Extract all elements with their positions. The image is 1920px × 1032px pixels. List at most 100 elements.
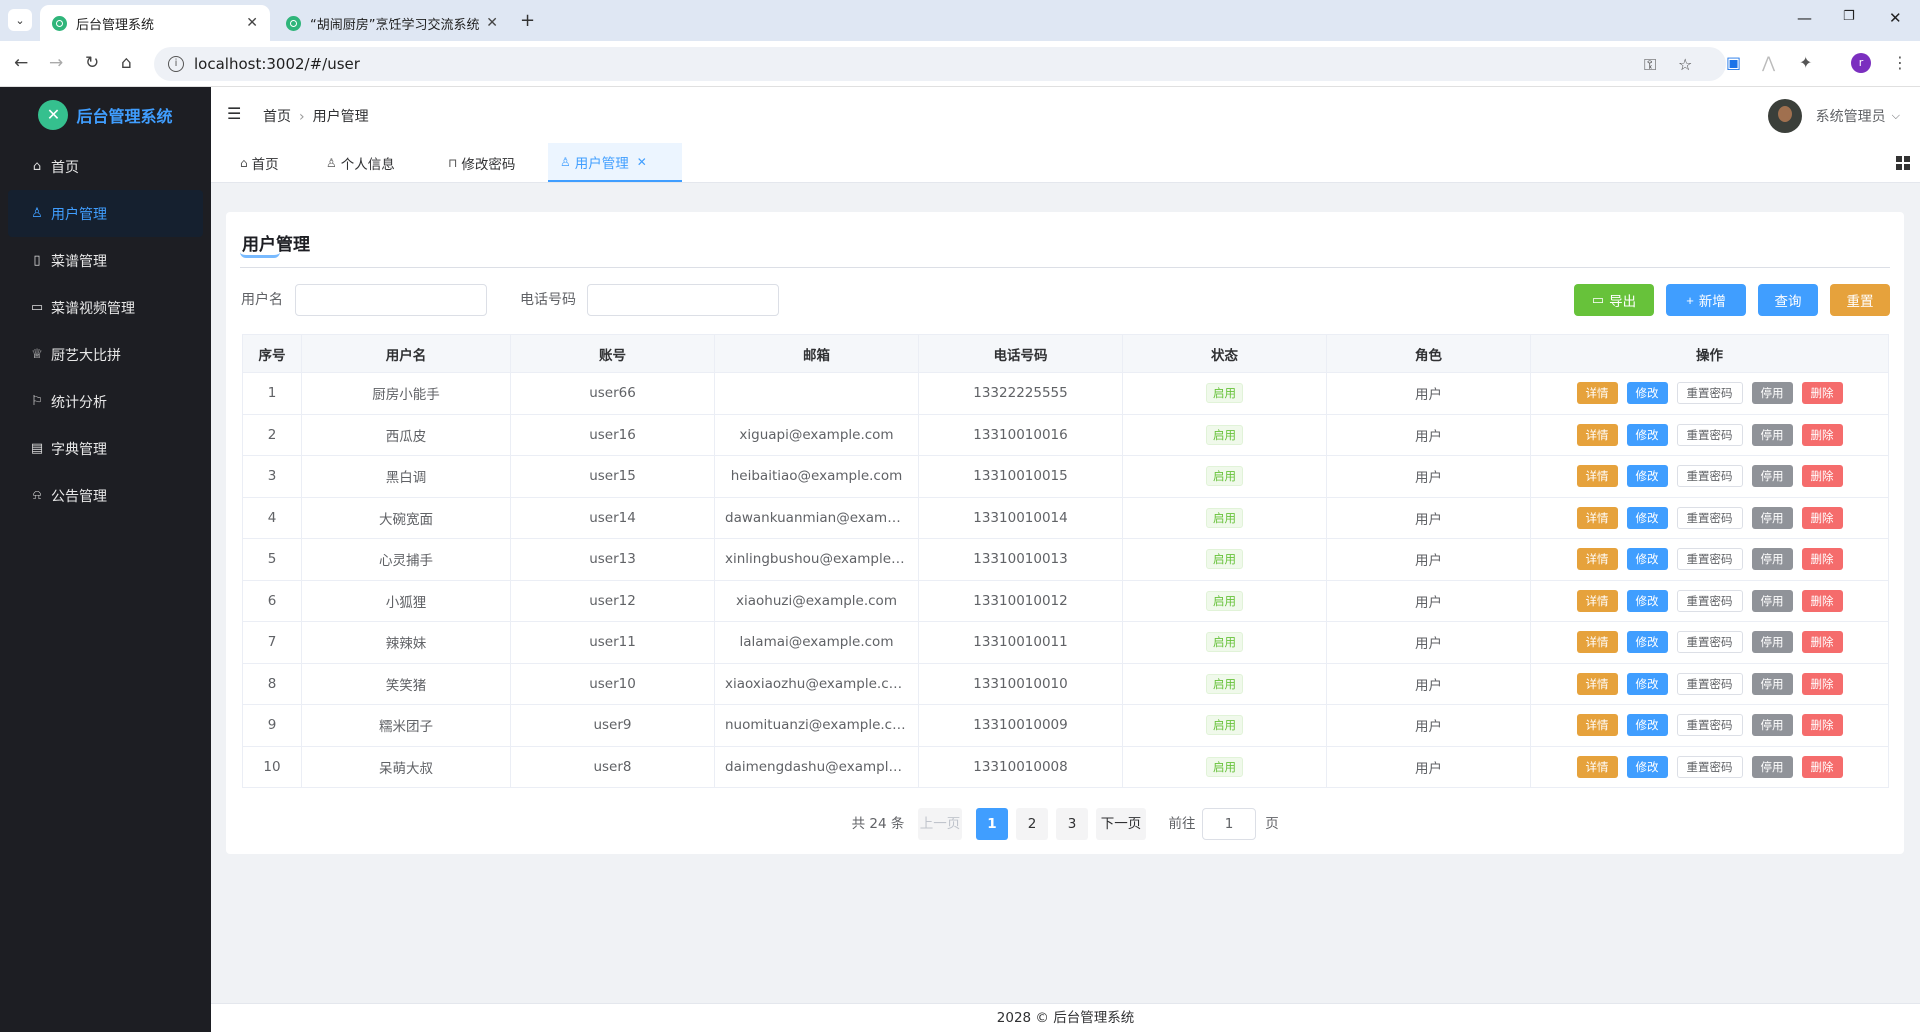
forward-icon[interactable]: →: [49, 53, 63, 73]
tab-search-menu[interactable]: ⌄: [8, 9, 32, 31]
tag-change-password[interactable]: ⊓ 修改密码: [436, 143, 527, 182]
query-button[interactable]: 查询: [1758, 284, 1818, 316]
reset-password-button[interactable]: 重置密码: [1676, 672, 1743, 695]
sidebar-item-contest[interactable]: ♕ 厨艺大比拼: [8, 331, 203, 378]
restore-icon[interactable]: ❐: [1843, 9, 1855, 24]
delete-button[interactable]: 删除: [1801, 465, 1843, 488]
sidebar-item-dictionary[interactable]: ▤ 字典管理: [8, 425, 203, 472]
detail-button[interactable]: 详情: [1576, 755, 1618, 778]
home-icon[interactable]: ⌂: [121, 53, 132, 73]
reset-password-button[interactable]: 重置密码: [1676, 465, 1743, 488]
edit-button[interactable]: 修改: [1626, 714, 1668, 737]
browser-tab[interactable]: “胡闹厨房”烹饪学习交流系统 ✕: [274, 5, 510, 41]
add-button[interactable]: + 新增: [1666, 284, 1746, 316]
detail-button[interactable]: 详情: [1576, 589, 1618, 612]
disable-button[interactable]: 停用: [1751, 672, 1793, 695]
close-tab-icon[interactable]: ✕: [246, 15, 258, 31]
tag-profile[interactable]: ♙ 个人信息: [314, 143, 407, 182]
grid-icon[interactable]: [1896, 156, 1910, 170]
breadcrumb-item[interactable]: 首页: [263, 109, 291, 125]
reload-icon[interactable]: ↻: [85, 53, 99, 73]
next-page-button[interactable]: 下一页: [1096, 808, 1146, 840]
reset-password-button[interactable]: 重置密码: [1676, 506, 1743, 529]
key-icon[interactable]: ⚿: [1644, 55, 1656, 75]
reset-password-button[interactable]: 重置密码: [1676, 631, 1743, 654]
user-dropdown[interactable]: 系统管理员 ⌵: [1767, 99, 1900, 133]
close-tab-icon[interactable]: ✕: [486, 15, 498, 31]
delete-button[interactable]: 删除: [1801, 423, 1843, 446]
detail-button[interactable]: 详情: [1576, 672, 1618, 695]
delete-button[interactable]: 删除: [1801, 672, 1843, 695]
url-field[interactable]: i localhost:3002/#/user ⚿ ☆: [154, 47, 1726, 81]
reset-password-button[interactable]: 重置密码: [1676, 755, 1743, 778]
extensions-puzzle-icon[interactable]: ✦: [1799, 53, 1812, 72]
detail-button[interactable]: 详情: [1576, 506, 1618, 529]
disable-button[interactable]: 停用: [1751, 548, 1793, 571]
close-tag-icon[interactable]: ✕: [637, 155, 647, 169]
browser-tab-active[interactable]: 后台管理系统 ✕: [40, 5, 270, 41]
edit-button[interactable]: 修改: [1626, 423, 1668, 446]
sidebar-item-notices[interactable]: ⍾ 公告管理: [8, 472, 203, 519]
delete-button[interactable]: 删除: [1801, 382, 1843, 405]
minimize-icon[interactable]: —: [1797, 9, 1812, 27]
edit-button[interactable]: 修改: [1626, 589, 1668, 612]
reset-password-button[interactable]: 重置密码: [1676, 714, 1743, 737]
detail-button[interactable]: 详情: [1576, 382, 1618, 405]
edit-button[interactable]: 修改: [1626, 382, 1668, 405]
reset-password-button[interactable]: 重置密码: [1676, 382, 1743, 405]
sidebar-item-users[interactable]: ♙ 用户管理: [8, 190, 203, 237]
disable-button[interactable]: 停用: [1751, 714, 1793, 737]
delete-button[interactable]: 删除: [1801, 714, 1843, 737]
disable-button[interactable]: 停用: [1751, 382, 1793, 405]
username-input[interactable]: [295, 284, 487, 316]
browser-menu-icon[interactable]: ⋮: [1892, 53, 1908, 72]
site-info-icon[interactable]: i: [168, 56, 184, 72]
tag-home[interactable]: ⌂ 首页: [228, 143, 291, 182]
disable-button[interactable]: 停用: [1751, 465, 1793, 488]
disable-button[interactable]: 停用: [1751, 589, 1793, 612]
extension-icon[interactable]: ▣: [1726, 53, 1741, 72]
delete-button[interactable]: 删除: [1801, 755, 1843, 778]
sidebar-item-recipe-videos[interactable]: ▭ 菜谱视频管理: [8, 284, 203, 331]
window-close-icon[interactable]: ✕: [1889, 9, 1902, 27]
edit-button[interactable]: 修改: [1626, 755, 1668, 778]
disable-button[interactable]: 停用: [1751, 755, 1793, 778]
page-button[interactable]: 2: [1016, 808, 1048, 840]
detail-button[interactable]: 详情: [1576, 423, 1618, 446]
edit-button[interactable]: 修改: [1626, 631, 1668, 654]
reset-password-button[interactable]: 重置密码: [1676, 548, 1743, 571]
back-icon[interactable]: ←: [14, 53, 28, 73]
delete-button[interactable]: 删除: [1801, 506, 1843, 529]
prev-page-button[interactable]: 上一页: [918, 808, 962, 840]
disable-button[interactable]: 停用: [1751, 506, 1793, 529]
disable-button[interactable]: 停用: [1751, 423, 1793, 446]
detail-button[interactable]: 详情: [1576, 465, 1618, 488]
tag-user-management[interactable]: ♙ 用户管理 ✕: [548, 143, 682, 182]
page-button[interactable]: 3: [1056, 808, 1088, 840]
reset-password-button[interactable]: 重置密码: [1676, 423, 1743, 446]
edit-button[interactable]: 修改: [1626, 506, 1668, 529]
delete-button[interactable]: 删除: [1801, 548, 1843, 571]
phone-input[interactable]: [587, 284, 779, 316]
profile-avatar[interactable]: r: [1851, 53, 1871, 73]
detail-button[interactable]: 详情: [1576, 548, 1618, 571]
bookmark-star-icon[interactable]: ☆: [1678, 55, 1692, 74]
goto-page-input[interactable]: 1: [1202, 808, 1256, 840]
reset-button[interactable]: 重置: [1830, 284, 1890, 316]
sidebar-item-home[interactable]: ⌂ 首页: [8, 143, 203, 190]
delete-button[interactable]: 删除: [1801, 589, 1843, 612]
edit-button[interactable]: 修改: [1626, 548, 1668, 571]
export-button[interactable]: ▭ 导出: [1574, 284, 1654, 316]
sidebar-item-recipes[interactable]: ▯ 菜谱管理: [8, 237, 203, 284]
detail-button[interactable]: 详情: [1576, 714, 1618, 737]
sidebar-item-statistics[interactable]: ⚐ 统计分析: [8, 378, 203, 425]
detail-button[interactable]: 详情: [1576, 631, 1618, 654]
reset-password-button[interactable]: 重置密码: [1676, 589, 1743, 612]
disable-button[interactable]: 停用: [1751, 631, 1793, 654]
menu-toggle-icon[interactable]: ☰: [227, 104, 241, 123]
new-tab-icon[interactable]: +: [520, 10, 535, 31]
page-button[interactable]: 1: [976, 808, 1008, 840]
extension-icon[interactable]: ⋀: [1762, 53, 1775, 72]
delete-button[interactable]: 删除: [1801, 631, 1843, 654]
edit-button[interactable]: 修改: [1626, 465, 1668, 488]
